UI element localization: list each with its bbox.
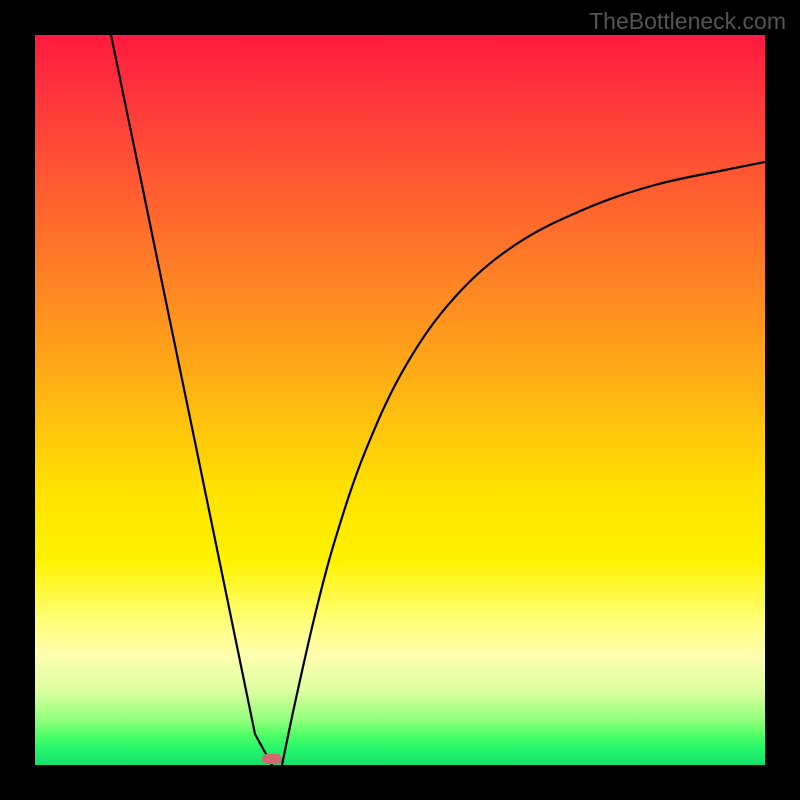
curve-left-branch xyxy=(111,35,272,765)
plot-area xyxy=(35,35,765,765)
minimum-marker xyxy=(262,754,282,764)
curve-right-branch xyxy=(282,162,765,765)
curve-layer xyxy=(35,35,765,765)
chart-container: TheBottleneck.com xyxy=(0,0,800,800)
watermark-text: TheBottleneck.com xyxy=(589,8,786,35)
